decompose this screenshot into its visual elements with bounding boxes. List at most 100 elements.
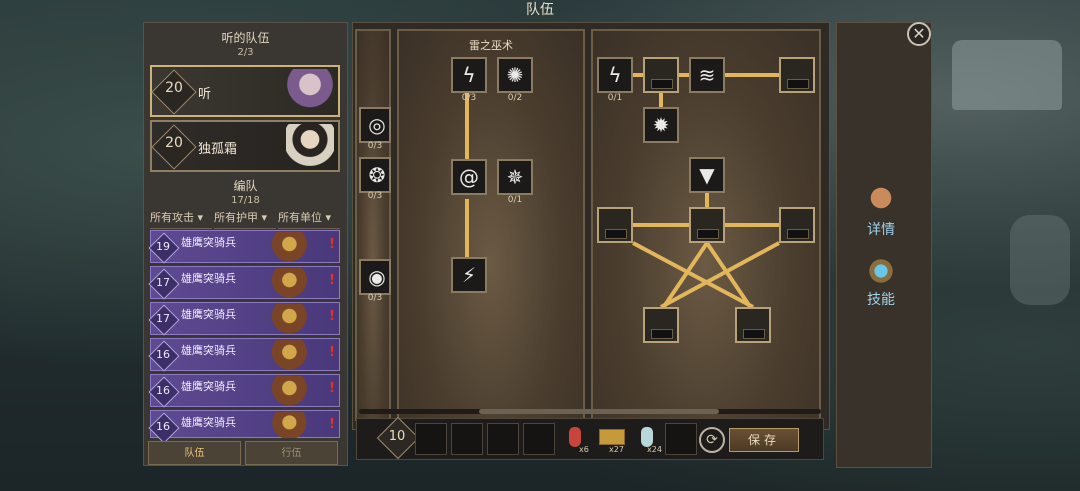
side-tab-panel: 详情 技能: [836, 22, 932, 468]
skill-node-empty[interactable]: [597, 207, 633, 243]
unit-level: 17: [156, 276, 170, 289]
unit-portrait: [267, 376, 323, 406]
skill-node-empty[interactable]: [689, 207, 725, 243]
member-name: 听: [198, 87, 212, 102]
filter-bar: 所有攻击 ▾ 所有护甲 ▾ 所有单位 ▾: [150, 209, 342, 229]
unit-portrait: [267, 340, 323, 370]
skill-node-tornado[interactable]: ▼: [689, 157, 725, 193]
tab-ranks[interactable]: 行伍: [245, 441, 338, 465]
skill-column-left: ◎ 0/3 ❂ 0/3 ◉ 0/3: [355, 29, 391, 421]
unit-name: 雄鹰突骑兵: [181, 236, 236, 249]
party-member-ting[interactable]: 20 听: [150, 65, 340, 117]
eye-icon: ◉: [368, 265, 386, 289]
skill-node-empty[interactable]: [779, 207, 815, 243]
skill-node-empty[interactable]: [643, 57, 679, 93]
unit-row[interactable]: 17 雄鹰突骑兵 !: [148, 266, 340, 300]
unit-row[interactable]: 16 雄鹰突骑兵 !: [148, 410, 340, 444]
unit-name: 雄鹰突骑兵: [181, 308, 236, 321]
item-count: x24: [647, 445, 662, 454]
inventory-item-red-potion[interactable]: x6: [559, 423, 593, 455]
meat-crate-icon: [599, 429, 625, 445]
party-title: 听的队伍: [221, 31, 270, 45]
save-button[interactable]: 保存: [729, 428, 799, 452]
unit-name: 雄鹰突骑兵: [181, 380, 236, 393]
inventory-slot[interactable]: [415, 423, 447, 455]
bar-level: 10: [388, 429, 406, 444]
portrait: [286, 124, 334, 168]
tornado-icon: ▼: [699, 163, 715, 187]
skill-node[interactable]: ◉: [359, 259, 391, 295]
unit-row[interactable]: 16 雄鹰突骑兵 !: [148, 374, 340, 408]
party-count: 2/3: [237, 47, 254, 58]
close-icon[interactable]: ✕: [907, 22, 931, 46]
member-level: 20: [165, 135, 183, 151]
lightning-icon: ϟ: [462, 63, 476, 87]
tab-skills[interactable]: 技能: [851, 289, 911, 309]
warning-icon: !: [329, 237, 335, 252]
skill-node-lightning[interactable]: ϟ: [597, 57, 633, 93]
skill-count: 0/3: [367, 141, 383, 151]
unit-portrait: [267, 268, 323, 298]
tab-party[interactable]: 队伍: [148, 441, 241, 465]
item-count: x27: [609, 445, 624, 454]
unit-portrait: [267, 304, 323, 334]
skill-count: 0/2: [507, 93, 523, 103]
warning-icon: !: [329, 381, 335, 396]
arm-icon: [861, 183, 901, 213]
lightning-icon: ϟ: [608, 63, 622, 87]
skill-node-burst[interactable]: ✵: [497, 159, 533, 195]
inventory-item-blue-potion[interactable]: x24: [631, 423, 665, 455]
skill-node-spiral[interactable]: ✺: [497, 57, 533, 93]
skill-node[interactable]: ◎: [359, 107, 391, 143]
skill-node-empty[interactable]: [735, 307, 771, 343]
unit-portrait: [267, 412, 323, 438]
skill-count: 0/1: [507, 195, 523, 205]
reset-icon[interactable]: ⟳: [699, 427, 725, 453]
unit-portrait: [267, 232, 323, 262]
unit-level: 17: [156, 312, 170, 325]
skill-node-vortex[interactable]: @: [451, 159, 487, 195]
skill-node-lightning[interactable]: ϟ: [451, 57, 487, 93]
storm-icon: ⚡: [461, 263, 477, 287]
skill-node-storm[interactable]: ⚡: [451, 257, 487, 293]
unit-level: 16: [156, 420, 170, 433]
window-title: 队伍: [526, 2, 554, 18]
unit-row[interactable]: 16 雄鹰突骑兵 !: [148, 338, 340, 372]
unit-name: 雄鹰突骑兵: [181, 344, 236, 357]
spiral-icon: ✺: [506, 63, 524, 87]
warning-icon: !: [329, 417, 335, 432]
warning-icon: !: [329, 309, 335, 324]
skill-node-empty[interactable]: [779, 57, 815, 93]
skill-node-wind[interactable]: ≋: [689, 57, 725, 93]
member-level: 20: [165, 80, 183, 96]
party-panel: 听的队伍 2/3 20 听 20 独孤霜 编队 17/18 所有攻击 ▾ 所有护…: [143, 22, 348, 466]
inventory-slot[interactable]: [665, 423, 697, 455]
portrait: [286, 69, 334, 113]
member-name: 独孤霜: [198, 142, 238, 157]
horizontal-scrollbar[interactable]: [359, 409, 821, 414]
skill-node-empty[interactable]: [643, 307, 679, 343]
unit-name: 雄鹰突骑兵: [181, 416, 236, 429]
unit-name: 雄鹰突骑兵: [181, 272, 236, 285]
scrollbar-thumb[interactable]: [479, 409, 719, 414]
blue-potion-icon: [641, 427, 653, 447]
red-potion-icon: [569, 427, 581, 447]
inventory-slot[interactable]: [523, 423, 555, 455]
inventory-slot[interactable]: [487, 423, 519, 455]
inventory-slot[interactable]: [451, 423, 483, 455]
wind-icon: ≋: [698, 63, 716, 87]
skill-node[interactable]: ❂: [359, 157, 391, 193]
party-member-dugu[interactable]: 20 独孤霜: [150, 120, 340, 172]
filter-unit[interactable]: 所有单位 ▾: [278, 209, 340, 229]
background-tree: [1010, 215, 1070, 305]
filter-armor[interactable]: 所有护甲 ▾: [214, 209, 276, 229]
unit-row[interactable]: 19 雄鹰突骑兵 !: [148, 230, 340, 264]
formation-title: 编队: [233, 179, 258, 193]
unit-row[interactable]: 17 雄鹰突骑兵 !: [148, 302, 340, 336]
skill-count: 0/3: [367, 293, 383, 303]
swirl-icon: ❂: [368, 163, 386, 187]
skill-node-star[interactable]: ✹: [643, 107, 679, 143]
filter-attack[interactable]: 所有攻击 ▾: [150, 209, 212, 229]
tab-details[interactable]: 详情: [851, 219, 911, 239]
inventory-item-meat[interactable]: x27: [595, 423, 629, 455]
